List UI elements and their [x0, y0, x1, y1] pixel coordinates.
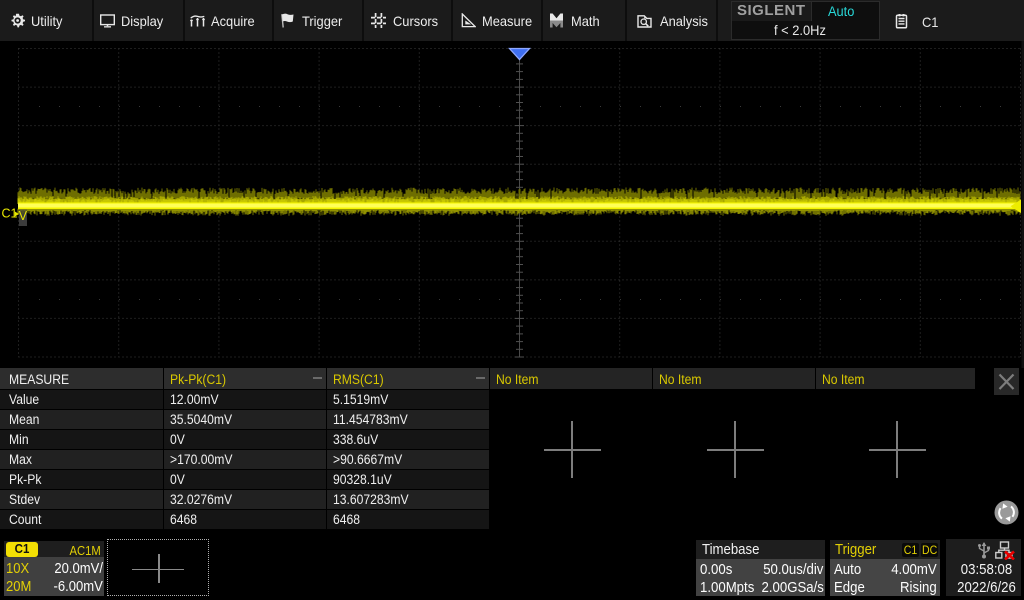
- svg-text:V: V: [19, 209, 28, 223]
